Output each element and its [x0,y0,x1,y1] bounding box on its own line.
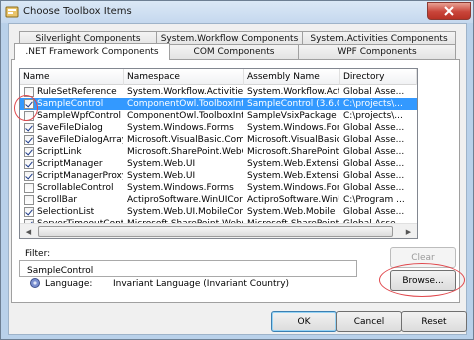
row-directory: Global Asse... [343,123,405,133]
row-namespace: ActiproSoftware.WinUICore [127,195,243,205]
scroll-thumb[interactable] [38,226,393,237]
table-row[interactable]: ScrollableControl System.Windows.Forms S… [20,182,417,194]
row-name: SampleControl [37,99,104,109]
row-checkbox[interactable] [24,135,34,145]
tab-wpf-components[interactable]: WPF Components [298,44,456,59]
row-assembly: System.Workflow.Activiti... [247,87,339,97]
row-name: SampleWpfControl [37,111,122,121]
horizontal-scrollbar[interactable]: ◀ ▶ [20,223,417,238]
row-namespace: System.Windows.Forms [127,183,234,193]
tab-net-framework-components[interactable]: .NET Framework Components [14,43,170,60]
row-directory: C:\projects\... [343,111,403,121]
row-namespace: System.Web.UI.MobileContr... [127,207,243,217]
clear-button[interactable]: Clear [390,247,456,268]
reset-button[interactable]: Reset [401,311,467,332]
table-row[interactable]: SampleWpfControl ComponentOwl.ToolboxInt… [20,110,417,122]
row-assembly: System.Web.Extensions [247,159,339,169]
row-assembly: System.Windows.Forms [247,183,339,193]
filter-label: Filter: [25,249,51,259]
table-row[interactable]: SaveFileDialog System.Windows.Forms Syst… [20,122,417,134]
row-name: RuleSetReference [37,87,117,97]
row-directory: C:\Program ... [343,195,405,205]
table-row-selected[interactable]: SampleControl ComponentOwl.ToolboxInte..… [20,98,417,110]
row-name: SelectionList [37,207,95,217]
row-name: ScriptManagerProxy [37,171,123,181]
table-row[interactable]: SelectionList System.Web.UI.MobileContr.… [20,206,417,218]
row-namespace: System.Windows.Forms [127,123,234,133]
title-bar: Choose Toolbox Items [1,1,473,23]
language-gear-icon [30,278,40,288]
tab-com-components[interactable]: COM Components [169,44,299,59]
row-namespace: Microsoft.SharePoint.WebCo... [127,147,243,157]
row-assembly: Microsoft.SharePoint [247,147,339,157]
row-namespace: System.Workflow.Activities.R... [127,87,243,97]
column-header-assembly-name[interactable]: Assembly Name [244,69,340,85]
row-directory: Global Asse... [343,159,405,169]
row-name: ScriptLink [37,147,82,157]
window-title: Choose Toolbox Items [23,6,132,17]
row-directory: C:\projects\... [343,99,403,109]
row-checkbox[interactable] [24,207,34,217]
row-assembly: SampleControl (3.6.0.0) [247,99,339,109]
row-directory: Global Asse... [343,87,405,97]
row-namespace: Microsoft.VisualBasic.Comp... [127,135,243,145]
close-button[interactable] [427,2,471,20]
row-name: ScriptManager [37,159,103,169]
row-namespace: ComponentOwl.ToolboxInte... [127,99,243,109]
row-checkbox[interactable] [24,87,34,97]
row-directory: Global Asse... [343,147,405,157]
table-row[interactable]: ScriptManager System.Web.UI System.Web.E… [20,158,417,170]
browse-button[interactable]: Browse... [390,270,456,291]
cancel-button[interactable]: Cancel [336,311,402,332]
row-directory: Global Asse... [343,135,405,145]
row-assembly: Microsoft.VisualBasic.Co... [247,135,339,145]
row-assembly: SampleVsixPackage (1.0.... [247,111,339,121]
ok-button[interactable]: OK [271,311,337,332]
table-row[interactable]: SaveFileDialogArray Microsoft.VisualBasi… [20,134,417,146]
table-row[interactable]: ScriptLink Microsoft.SharePoint.WebCo...… [20,146,417,158]
row-namespace: ComponentOwl.ToolboxInte... [127,111,243,121]
row-checkbox[interactable] [24,195,34,205]
scroll-right-arrow-icon[interactable]: ▶ [401,225,416,238]
language-label: Language: [45,279,93,289]
row-directory: Global Asse... [343,207,405,217]
row-directory: Global Asse... [343,183,405,193]
row-checkbox[interactable] [24,123,34,133]
row-checkbox[interactable] [24,171,34,181]
row-name: ScrollableControl [37,183,114,193]
row-checkbox[interactable] [24,147,34,157]
row-checkbox[interactable] [24,111,34,121]
row-assembly: System.Windows.Forms [247,123,339,133]
language-value: Invariant Language (Invariant Country) [113,279,290,289]
close-icon [444,6,454,16]
selected-component-name: SampleControl [27,266,94,276]
column-header-directory[interactable]: Directory [340,69,417,85]
row-checkbox[interactable] [24,159,34,169]
row-namespace: System.Web.UI [127,171,196,181]
table-row[interactable]: ScriptManagerProxy System.Web.UI System.… [20,170,417,182]
column-header-namespace[interactable]: Namespace [124,69,244,85]
row-assembly: System.Web.Mobile [247,207,336,217]
toolbox-gear-icon [5,6,19,18]
row-assembly: System.Web.Extensions [247,171,339,181]
row-namespace: System.Web.UI [127,159,196,169]
row-name: ScrollBar [37,195,78,205]
row-name: SaveFileDialogArray [37,135,123,145]
row-name: SaveFileDialog [37,123,103,133]
table-row[interactable]: ScrollBar ActiproSoftware.WinUICore Acti… [20,194,417,206]
row-directory: Global Asse... [343,171,405,181]
row-assembly: ActiproSoftware.WinUIC... [247,195,339,205]
components-list[interactable]: Name Namespace Assembly Name Directory R… [19,68,418,239]
choose-toolbox-items-window: Choose Toolbox Items Silverlight Compone… [0,0,474,340]
list-header: Name Namespace Assembly Name Directory [20,69,417,85]
row-checkbox[interactable] [24,183,34,193]
table-row[interactable]: RuleSetReference System.Workflow.Activit… [20,86,417,98]
column-header-name[interactable]: Name [20,69,124,85]
scroll-left-arrow-icon[interactable]: ◀ [21,225,36,238]
row-checkbox[interactable] [24,99,34,109]
